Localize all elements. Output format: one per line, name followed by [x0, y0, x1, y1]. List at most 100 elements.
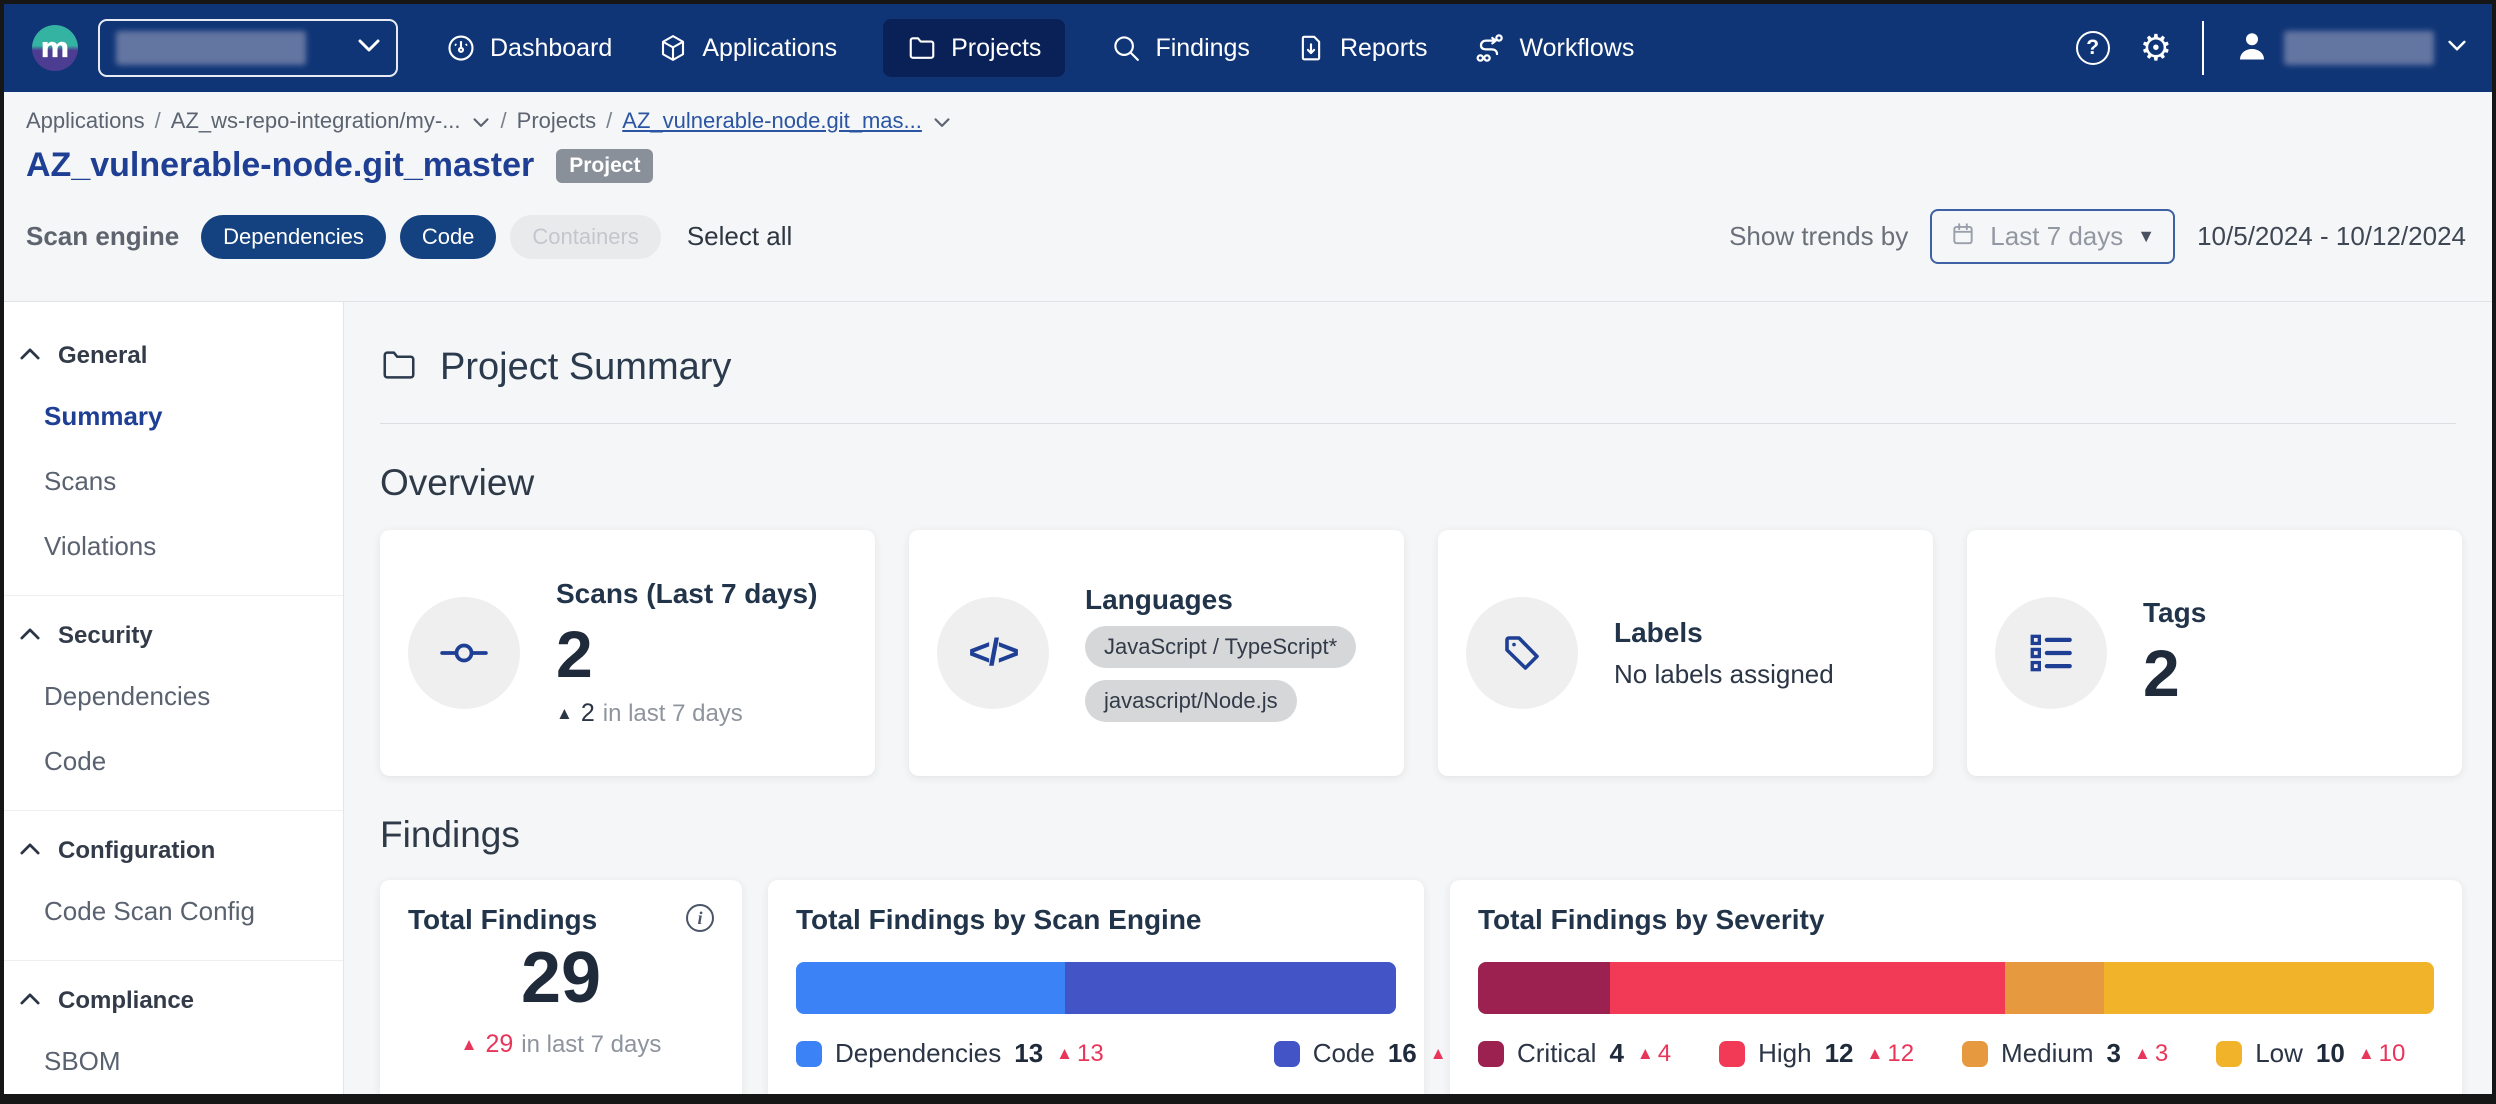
bar-segment-medium[interactable]: [2005, 962, 2104, 1014]
legend-trend-value: 12: [1887, 1040, 1914, 1068]
legend-swatch: [1478, 1041, 1504, 1067]
bar-segment-dependencies[interactable]: [796, 962, 1065, 1014]
org-selector-dropdown[interactable]: [98, 19, 398, 77]
sidebar-item-sbom[interactable]: SBOM: [4, 1029, 343, 1094]
show-trends-label: Show trends by: [1729, 221, 1908, 252]
sidebar-item-code[interactable]: Code: [4, 729, 343, 794]
toggle-containers[interactable]: Containers: [510, 215, 660, 259]
toggle-code[interactable]: Code: [400, 215, 497, 259]
username-redacted: [2284, 31, 2434, 65]
legend-item-medium[interactable]: Medium 3 ▲3: [1962, 1038, 2168, 1069]
info-icon[interactable]: i: [686, 904, 714, 932]
navbar-divider: [2202, 21, 2204, 75]
sidebar-item-summary[interactable]: Summary: [4, 384, 343, 449]
sidebar-group-security: Security Dependencies Code: [4, 596, 343, 811]
bar-segment-critical[interactable]: [1478, 962, 1610, 1014]
toggle-dependencies[interactable]: Dependencies: [201, 215, 386, 259]
main-content: Project Summary Overview Scans (Last 7 d…: [344, 302, 2492, 1094]
sidebar-item-attribution[interactable]: Attribution: [4, 1094, 343, 1104]
sidebar-section-security[interactable]: Security: [4, 606, 343, 664]
chevron-up-icon: [20, 627, 40, 645]
breadcrumb-applications[interactable]: Applications: [26, 108, 145, 134]
navbar-right: ? ⚙: [2076, 21, 2466, 75]
reports-document-icon: [1296, 33, 1326, 63]
sidebar-item-dependencies[interactable]: Dependencies: [4, 664, 343, 729]
mend-logo-icon[interactable]: m: [30, 23, 80, 73]
user-menu[interactable]: [2234, 28, 2466, 69]
legend-item-code[interactable]: Code 16 ▲16: [1274, 1038, 1478, 1069]
nav-item-label: Reports: [1340, 34, 1428, 63]
bar-segment-high[interactable]: [1610, 962, 2006, 1014]
projects-folder-icon: [907, 33, 937, 63]
code-brackets-icon: </>: [937, 597, 1049, 709]
page-header: Applications / AZ_ws-repo-integration/my…: [4, 92, 2492, 302]
settings-button[interactable]: ⚙: [2140, 30, 2172, 66]
nav-item-workflows[interactable]: Workflows: [1473, 18, 1634, 78]
legend-trend-value: 10: [2379, 1040, 2406, 1068]
legend-swatch: [2216, 1041, 2242, 1067]
nav-item-findings[interactable]: Findings: [1111, 19, 1250, 77]
nav-item-applications[interactable]: Applications: [658, 19, 837, 77]
trend-up-icon: ▲: [1430, 1045, 1447, 1062]
card-title: Labels: [1614, 617, 1834, 649]
calendar-icon: [1950, 221, 1976, 252]
legend-label: Medium: [2001, 1038, 2093, 1069]
sidebar-item-violations[interactable]: Violations: [4, 514, 343, 579]
card-title: Total Findings by Scan Engine: [796, 904, 1202, 935]
sidebar-section-compliance[interactable]: Compliance: [4, 971, 343, 1029]
sidebar-section-title: General: [58, 342, 147, 370]
card-findings-by-severity: Total Findings by Severity Critical 4 ▲4: [1450, 880, 2462, 1104]
breadcrumb-separator: /: [606, 108, 612, 134]
dashboard-gauge-icon: [446, 33, 476, 63]
language-pill: JavaScript / TypeScript*: [1085, 626, 1356, 668]
legend-item-low[interactable]: Low 10 ▲10: [2216, 1038, 2405, 1069]
trend-period-dropdown[interactable]: Last 7 days ▼: [1930, 209, 2175, 264]
gear-icon: ⚙: [2140, 30, 2172, 66]
breadcrumb-separator: /: [501, 108, 507, 134]
legend-item-high[interactable]: High 12 ▲12: [1719, 1038, 1914, 1069]
chevron-down-icon: [358, 39, 380, 58]
findings-heading: Findings: [380, 814, 2462, 856]
bar-segment-low[interactable]: [2104, 962, 2434, 1014]
sidebar-group-general: General Summary Scans Violations: [4, 316, 343, 596]
scan-engine-toggles: Dependencies Code Containers: [201, 215, 661, 259]
nav-item-reports[interactable]: Reports: [1296, 19, 1428, 77]
breadcrumb-projects[interactable]: Projects: [517, 108, 596, 134]
legend-item-critical[interactable]: Critical 4 ▲4: [1478, 1038, 1671, 1069]
legend-trend-value: 13: [1077, 1040, 1104, 1068]
select-all-link[interactable]: Select all: [687, 221, 793, 252]
sidebar-section-general[interactable]: General: [4, 326, 343, 384]
svg-text:m: m: [40, 31, 69, 64]
legend-label: Dependencies: [835, 1038, 1001, 1069]
help-button[interactable]: ?: [2076, 31, 2110, 65]
trend-up-icon: ▲: [2134, 1045, 2151, 1062]
legend-swatch: [1274, 1041, 1300, 1067]
nav-item-projects[interactable]: Projects: [883, 19, 1065, 77]
sidebar-item-scans[interactable]: Scans: [4, 449, 343, 514]
scan-engine-label: Scan engine: [26, 221, 179, 252]
trend-up-icon: ▲: [556, 705, 573, 722]
findings-search-icon: [1111, 33, 1141, 63]
sidebar-item-code-scan-config[interactable]: Code Scan Config: [4, 879, 343, 944]
workflows-flow-icon: [1473, 32, 1505, 64]
divider: [380, 423, 2456, 424]
sidebar-group-configuration: Configuration Code Scan Config: [4, 811, 343, 961]
legend-item-dependencies[interactable]: Dependencies 13 ▲13: [796, 1038, 1104, 1069]
breadcrumb-project-name[interactable]: AZ_vulnerable-node.git_mas...: [622, 108, 922, 134]
severity-stacked-bar: [1478, 962, 2434, 1014]
sidebar-section-configuration[interactable]: Configuration: [4, 821, 343, 879]
bar-segment-code[interactable]: [1065, 962, 1396, 1014]
left-sidebar: General Summary Scans Violations Securit…: [4, 302, 344, 1094]
chevron-up-icon: [20, 842, 40, 860]
nav-item-dashboard[interactable]: Dashboard: [446, 19, 612, 77]
sidebar-section-title: Compliance: [58, 987, 194, 1015]
app-window: m Dashboard: [0, 0, 2496, 1104]
chevron-down-icon[interactable]: [934, 108, 950, 134]
breadcrumb-application-name[interactable]: AZ_ws-repo-integration/my-...: [171, 108, 461, 134]
legend-value: 16: [1388, 1038, 1417, 1069]
trend-up-icon: ▲: [461, 1036, 478, 1053]
trend-value: 29: [485, 1030, 513, 1059]
chevron-down-icon[interactable]: [473, 108, 489, 134]
project-summary-folder-icon: [380, 346, 418, 389]
dropdown-caret-icon: ▼: [2137, 226, 2155, 247]
